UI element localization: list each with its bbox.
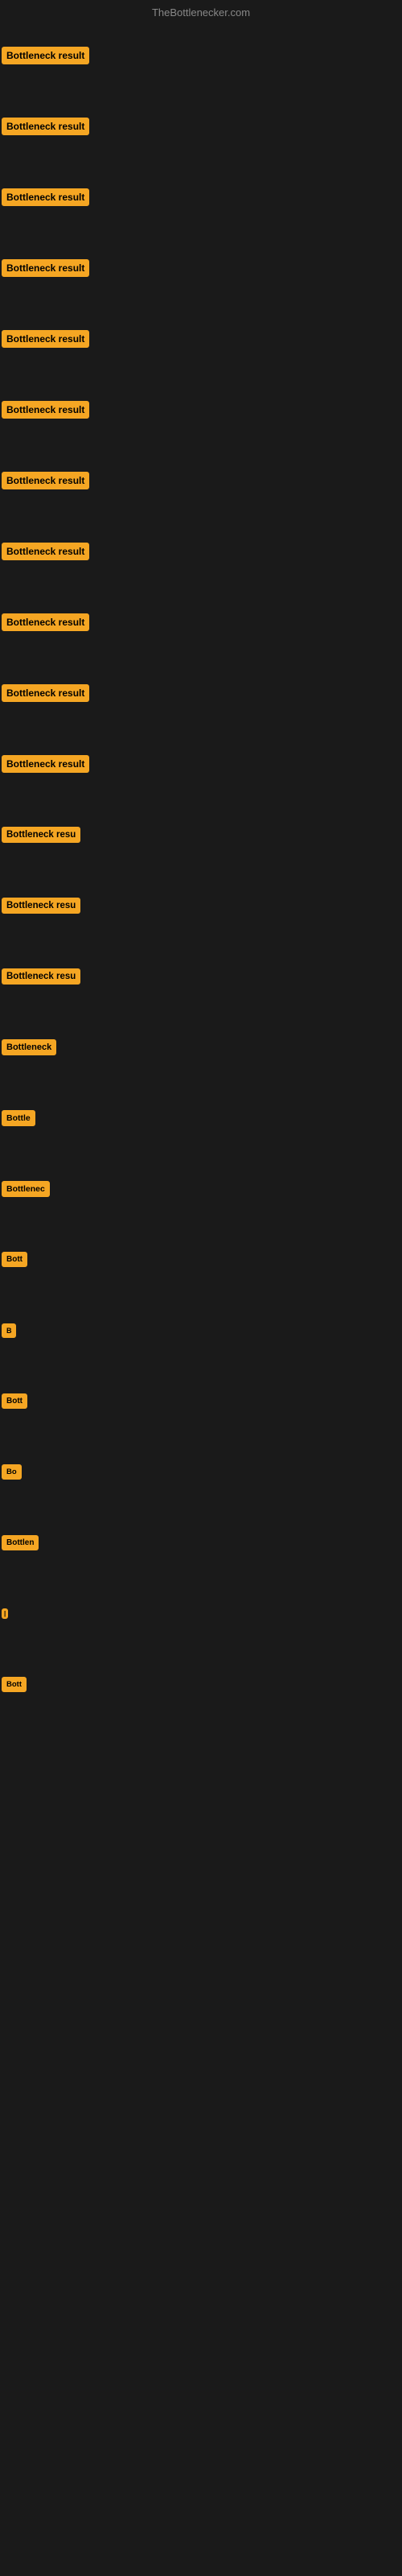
bottleneck-badge[interactable]: Bottleneck resu (2, 827, 80, 843)
result-row: Bottleneck result (0, 163, 402, 234)
bottleneck-badge[interactable]: | (2, 1608, 8, 1619)
bottleneck-badge[interactable]: Bott (2, 1393, 27, 1409)
result-row: Bottleneck result (0, 730, 402, 801)
bottleneck-badge[interactable]: Bottleneck result (2, 543, 89, 560)
result-row: Bottleneck result (0, 588, 402, 659)
result-row: Bottleneck resu (0, 943, 402, 1013)
bottleneck-badge[interactable]: Bottlen (2, 1535, 39, 1550)
result-row: Bott (0, 1226, 402, 1297)
bottleneck-badge[interactable]: Bottlenec (2, 1181, 50, 1197)
bottleneck-badge[interactable]: Bottleneck (2, 1039, 56, 1055)
result-row: B (0, 1297, 402, 1368)
result-row: Bottlen (0, 1509, 402, 1580)
result-row: Bottleneck result (0, 447, 402, 518)
result-row: Bottleneck (0, 1013, 402, 1084)
bottleneck-badge[interactable]: Bo (2, 1464, 22, 1480)
bottleneck-badge[interactable]: Bottle (2, 1110, 35, 1126)
result-row: Bottleneck result (0, 376, 402, 447)
result-row: Bottleneck result (0, 93, 402, 163)
site-title: TheBottlenecker.com (152, 6, 250, 19)
result-row: Bottleneck resu (0, 872, 402, 943)
result-row: Bottleneck result (0, 234, 402, 305)
result-row: Bottleneck resu (0, 801, 402, 872)
bottleneck-badge[interactable]: B (2, 1323, 16, 1338)
result-row: Bottleneck result (0, 305, 402, 376)
bottleneck-badge[interactable]: Bottleneck resu (2, 898, 80, 914)
site-header: TheBottlenecker.com (0, 0, 402, 22)
bottleneck-badge[interactable]: Bott (2, 1677, 27, 1692)
bottleneck-badge[interactable]: Bottleneck result (2, 472, 89, 489)
result-row: Bottle (0, 1084, 402, 1155)
result-row: Bottlenec (0, 1155, 402, 1226)
result-row: Bottleneck result (0, 518, 402, 588)
result-row: | (0, 1580, 402, 1651)
result-row: Bottleneck result (0, 659, 402, 730)
bottleneck-badge[interactable]: Bottleneck result (2, 401, 89, 419)
bottleneck-badge[interactable]: Bottleneck result (2, 118, 89, 135)
result-row: Bo (0, 1439, 402, 1509)
bottleneck-badge[interactable]: Bottleneck result (2, 47, 89, 64)
bottleneck-badge[interactable]: Bottleneck result (2, 188, 89, 206)
bottleneck-badge[interactable]: Bott (2, 1252, 27, 1267)
bottleneck-badge[interactable]: Bottleneck resu (2, 968, 80, 985)
result-row: Bott (0, 1651, 402, 1722)
result-row: Bottleneck result (0, 22, 402, 93)
bottleneck-badge[interactable]: Bottleneck result (2, 613, 89, 631)
bottleneck-badge[interactable]: Bottleneck result (2, 330, 89, 348)
result-row: Bott (0, 1368, 402, 1439)
bottleneck-badge[interactable]: Bottleneck result (2, 755, 89, 773)
bottleneck-badge[interactable]: Bottleneck result (2, 684, 89, 702)
bottleneck-badge[interactable]: Bottleneck result (2, 259, 89, 277)
